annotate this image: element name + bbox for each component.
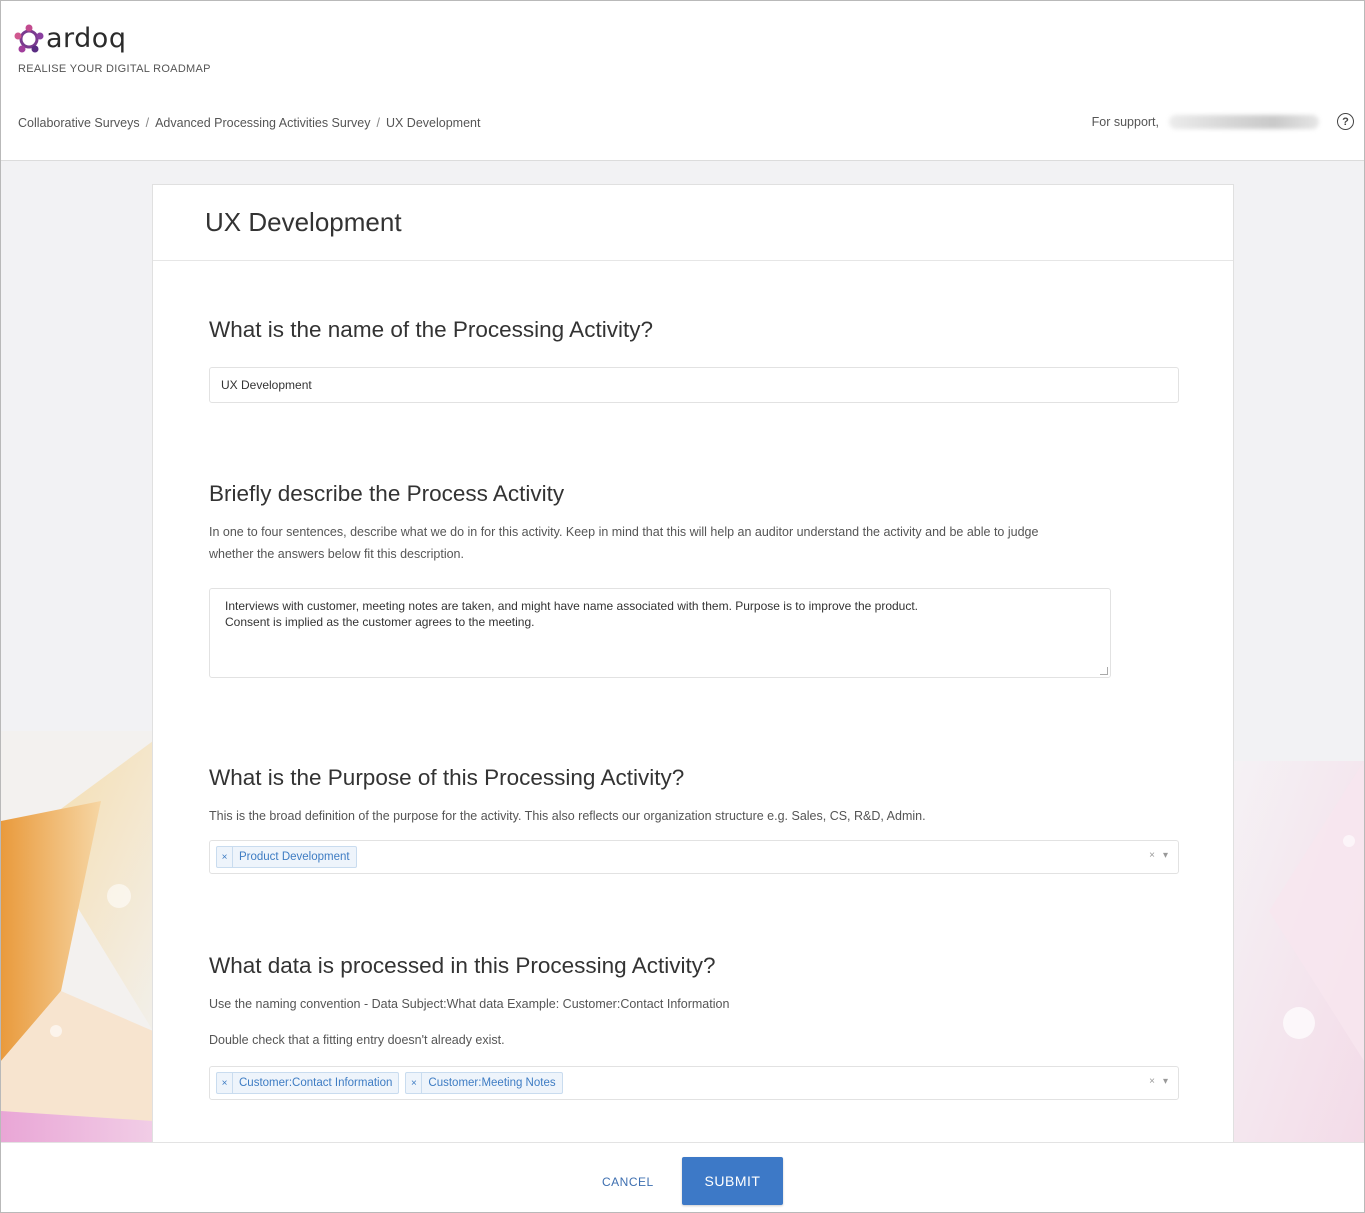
clear-icon[interactable]: × <box>1149 850 1155 861</box>
page-title: UX Development <box>205 207 402 237</box>
clear-icon[interactable]: × <box>1149 1076 1155 1087</box>
app-window: ardoq REALISE YOUR DIGITAL ROADMAP Colla… <box>0 0 1365 1213</box>
data-multiselect[interactable]: × Customer:Contact Information × Custome… <box>209 1066 1179 1100</box>
breadcrumb: Collaborative Surveys / Advanced Process… <box>18 116 480 130</box>
question-title: What is the Purpose of this Processing A… <box>209 765 685 790</box>
top-header: ardoq REALISE YOUR DIGITAL ROADMAP Colla… <box>1 1 1364 161</box>
remove-tag-icon[interactable]: × <box>217 847 233 867</box>
question-describe: Briefly describe the Process Activity In… <box>209 481 1179 678</box>
question-title: What is the name of the Processing Activ… <box>209 317 653 342</box>
logo-text: ardoq <box>46 23 127 54</box>
ardoq-logo-icon <box>14 24 44 53</box>
help-line: whether the answers below fit this descr… <box>209 547 464 561</box>
question-name: What is the name of the Processing Activ… <box>209 317 1179 403</box>
tag-label: Customer:Contact Information <box>239 1077 393 1089</box>
resize-handle-icon[interactable] <box>1100 667 1108 675</box>
select-controls: × ▾ <box>1149 1076 1168 1087</box>
breadcrumb-item-current: UX Development <box>385 116 481 130</box>
activity-name-input[interactable]: UX Development <box>209 367 1179 403</box>
survey-card: UX Development What is the name of the P… <box>152 184 1234 1144</box>
question-help-text: In one to four sentences, describe what … <box>209 521 1179 565</box>
description-textarea[interactable]: Interviews with customer, meeting notes … <box>209 588 1111 678</box>
question-data: What data is processed in this Processin… <box>209 953 1179 1100</box>
logo[interactable]: ardoq <box>13 23 126 55</box>
selected-tag: × Product Development <box>216 846 357 868</box>
tag-label: Customer:Meeting Notes <box>428 1077 556 1089</box>
form-footer: CANCEL SUBMIT <box>1 1142 1364 1212</box>
remove-tag-icon[interactable]: × <box>406 1073 423 1093</box>
support-label: For support, <box>1091 114 1159 129</box>
support-info: For support, ? <box>1092 113 1354 130</box>
question-title: Briefly describe the Process Activity <box>209 481 565 506</box>
question-help-text: Double check that a fitting entry doesn'… <box>209 1033 505 1047</box>
question-purpose: What is the Purpose of this Processing A… <box>209 765 1179 874</box>
question-title: What data is processed in this Processin… <box>209 953 716 978</box>
card-header: UX Development <box>153 185 1233 261</box>
cancel-button[interactable]: CANCEL <box>602 1175 654 1189</box>
breadcrumb-item-collaborative-surveys[interactable]: Collaborative Surveys <box>18 116 140 130</box>
question-help-text: This is the broad definition of the purp… <box>209 809 926 823</box>
support-email-redacted <box>1169 114 1319 129</box>
help-line: In one to four sentences, describe what … <box>209 525 1039 539</box>
breadcrumb-item-survey[interactable]: Advanced Processing Activities Survey <box>155 116 370 130</box>
breadcrumb-separator: / <box>145 116 150 130</box>
textarea-line: Consent is implied as the customer agree… <box>225 615 535 629</box>
selected-tag: × Customer:Contact Information <box>216 1072 400 1094</box>
purpose-multiselect[interactable]: × Product Development × ▾ <box>209 840 1179 874</box>
textarea-line: Interviews with customer, meeting notes … <box>225 599 919 613</box>
remove-tag-icon[interactable]: × <box>217 1073 233 1093</box>
tagline: REALISE YOUR DIGITAL ROADMAP <box>18 63 211 75</box>
select-controls: × ▾ <box>1149 850 1168 861</box>
submit-button[interactable]: SUBMIT <box>682 1157 783 1205</box>
breadcrumb-separator: / <box>376 116 380 130</box>
chevron-down-icon[interactable]: ▾ <box>1163 850 1168 861</box>
selected-tag: × Customer:Meeting Notes <box>405 1072 563 1094</box>
decorative-background-right <box>1229 761 1364 1151</box>
chevron-down-icon[interactable]: ▾ <box>1163 1076 1168 1087</box>
decorative-background-left <box>1 731 153 1151</box>
question-help-text: Use the naming convention - Data Subject… <box>209 997 730 1011</box>
tag-label: Product Development <box>239 851 350 863</box>
help-icon[interactable]: ? <box>1337 113 1354 130</box>
